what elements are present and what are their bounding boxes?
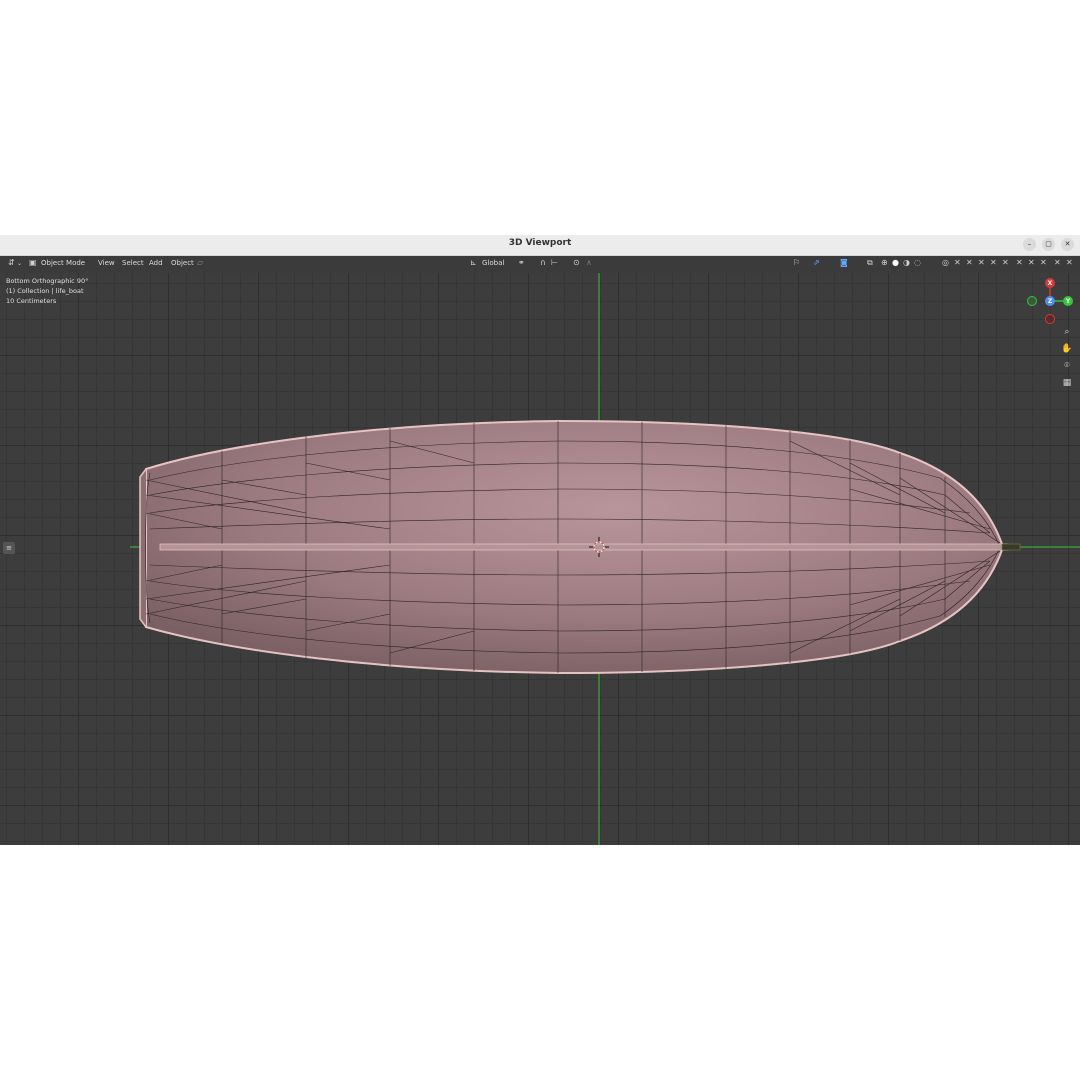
- collection-info: (1) Collection | life_boat: [6, 287, 84, 295]
- eye-icon[interactable]: ◎: [942, 259, 949, 267]
- lock-x-icon[interactable]: ✕: [990, 259, 997, 267]
- gizmo-z-label: Z: [1048, 298, 1053, 305]
- 3d-viewport[interactable]: X Y Z Bottom Orthographic 90° (1) Collec…: [0, 273, 1080, 845]
- stern-face: [139, 468, 147, 628]
- snap-increment-icon[interactable]: ⊢: [551, 259, 558, 267]
- extra-x-icon[interactable]: ✕: [1054, 259, 1061, 267]
- gizmo-y-label: Y: [1065, 298, 1071, 305]
- transform-orientation-dropdown[interactable]: Global: [482, 259, 504, 267]
- grid-icon[interactable]: ▦: [1060, 376, 1074, 390]
- hand-icon[interactable]: ✋: [1060, 342, 1074, 356]
- object-mode-icon: ▣: [29, 258, 37, 267]
- proportional-edit-icon[interactable]: ⊙: [573, 259, 580, 267]
- title-bar: 3D Viewport – ▢ ✕: [0, 235, 1080, 256]
- zoom-icon[interactable]: ⌕: [1060, 325, 1074, 339]
- lock-y-icon[interactable]: ✕: [1002, 259, 1009, 267]
- close-button[interactable]: ✕: [1061, 238, 1074, 251]
- xray-toggle-icon[interactable]: ⧉: [867, 259, 873, 267]
- visibility-filter-icon[interactable]: ⚐: [793, 259, 800, 267]
- window-title: 3D Viewport: [508, 238, 572, 248]
- editor-type-icon[interactable]: ⇵: [8, 259, 15, 267]
- menu-select[interactable]: Select: [122, 259, 144, 267]
- minimize-button[interactable]: –: [1023, 238, 1036, 251]
- gpencil-icon[interactable]: ▱: [197, 259, 203, 267]
- wireframe-shading-icon[interactable]: ⊕: [881, 259, 888, 267]
- viewport-scene: X Y Z: [130, 273, 1080, 845]
- camera-icon[interactable]: ⌾: [1060, 359, 1074, 373]
- mirror-z-icon[interactable]: ✕: [978, 259, 985, 267]
- extra-y-icon[interactable]: ✕: [1066, 259, 1073, 267]
- clip-icon[interactable]: ✕: [1028, 259, 1035, 267]
- viewport-header: ⇵ ⌄ ▣ Object Mode View Select Add Object…: [0, 256, 1080, 273]
- material-shading-icon[interactable]: ◑: [903, 259, 910, 267]
- solid-shading-icon[interactable]: ●: [892, 259, 899, 267]
- lock-z-icon[interactable]: ✕: [1016, 259, 1023, 267]
- view-name: Bottom Orthographic 90°: [6, 277, 89, 285]
- rendered-shading-icon[interactable]: ◌: [914, 259, 921, 267]
- gizmo-x-label: X: [1048, 280, 1053, 287]
- orientation-icon: ⊾: [470, 258, 477, 267]
- snap-icon[interactable]: ∩: [540, 259, 546, 267]
- falloff-icon[interactable]: ∧: [586, 259, 592, 267]
- gizmo-toggle-icon[interactable]: ⇗: [813, 259, 820, 267]
- gizmo-neg-x: [1045, 314, 1055, 324]
- menu-add[interactable]: Add: [149, 259, 163, 267]
- toolbar-toggle-icon[interactable]: ≡: [3, 542, 15, 554]
- blender-window: 3D Viewport – ▢ ✕ ⇵ ⌄ ▣ Object Mode View…: [0, 235, 1080, 845]
- navigation-gizmo: X Y Z: [1027, 278, 1073, 324]
- menu-object[interactable]: Object: [171, 259, 194, 267]
- scale-info: 10 Centimeters: [6, 297, 57, 305]
- keel: [159, 543, 1009, 551]
- menu-view[interactable]: View: [98, 259, 115, 267]
- overlays-toggle-icon[interactable]: ◙: [840, 259, 848, 267]
- pivot-icon[interactable]: ⚭: [518, 259, 525, 267]
- mirror-y-icon[interactable]: ✕: [966, 259, 973, 267]
- mode-dropdown[interactable]: Object Mode: [41, 259, 85, 267]
- chevron-down-icon[interactable]: ⌄: [17, 261, 22, 267]
- keel-tip: [1001, 543, 1021, 551]
- mirror-x-icon[interactable]: ✕: [954, 259, 961, 267]
- gizmo-neg-y: [1027, 296, 1037, 306]
- maximize-button[interactable]: ▢: [1042, 238, 1055, 251]
- cut-icon[interactable]: ✕: [1040, 259, 1047, 267]
